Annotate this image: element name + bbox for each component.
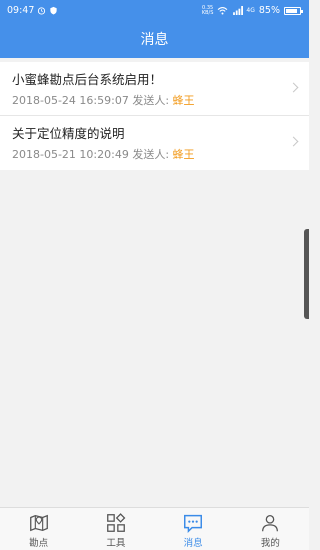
message-item[interactable]: 关于定位精度的说明 2018-05-21 10:20:49 发送人: 蜂王	[0, 116, 309, 170]
chat-icon	[184, 514, 203, 534]
sender-label: 发送人:	[132, 148, 170, 161]
grid-icon	[106, 513, 126, 532]
tab-survey[interactable]: 勘点	[0, 508, 77, 550]
user-icon	[262, 515, 279, 532]
battery-percent: 85%	[258, 5, 280, 16]
alarm-icon	[38, 7, 46, 15]
network-type: 4G	[246, 7, 255, 14]
bottom-tab-bar: 勘点 工具 消息 我的	[0, 507, 309, 550]
tab-tools[interactable]: 工具	[77, 508, 154, 550]
status-bar: 09:47 0.35 KB/S 4G 85%	[0, 0, 309, 23]
chevron-right-icon	[288, 82, 299, 93]
tab-label: 工具	[106, 538, 126, 549]
tab-label: 勘点	[29, 538, 49, 549]
speed-unit: KB/S	[201, 9, 214, 16]
battery-fill	[286, 8, 298, 13]
scroll-handle[interactable]	[304, 229, 309, 319]
page-title: 消息	[0, 23, 309, 58]
message-item[interactable]: 小蜜蜂勘点后台系统启用！ 2018-05-24 16:59:07 发送人: 蜂王	[0, 62, 309, 116]
battery-icon	[284, 6, 303, 15]
message-date: 2018-05-24 16:59:07	[12, 94, 129, 107]
message-date: 2018-05-21 10:20:49	[12, 148, 129, 161]
message-sender: 蜂王	[172, 148, 195, 161]
message-sender: 蜂王	[172, 94, 195, 107]
message-title: 小蜜蜂勘点后台系统启用！	[12, 72, 163, 87]
tab-profile[interactable]: 我的	[232, 508, 309, 550]
message-meta: 2018-05-24 16:59:07 发送人: 蜂王	[12, 92, 195, 108]
message-title: 关于定位精度的说明	[12, 126, 125, 141]
message-meta: 2018-05-21 10:20:49 发送人: 蜂王	[12, 146, 195, 162]
tab-label: 我的	[260, 538, 280, 549]
wifi-icon	[218, 7, 228, 15]
network-speed: 0.35 KB/S	[201, 5, 214, 16]
map-icon	[29, 514, 48, 532]
chevron-right-icon	[288, 136, 299, 147]
signal-icon	[233, 6, 244, 15]
status-time: 09:47	[7, 5, 35, 16]
message-list: 小蜜蜂勘点后台系统启用！ 2018-05-24 16:59:07 发送人: 蜂王…	[0, 62, 309, 170]
notification-shield-icon	[50, 6, 58, 15]
tab-messages[interactable]: 消息	[155, 508, 232, 550]
tab-label: 消息	[183, 538, 203, 549]
sender-label: 发送人:	[132, 94, 170, 107]
